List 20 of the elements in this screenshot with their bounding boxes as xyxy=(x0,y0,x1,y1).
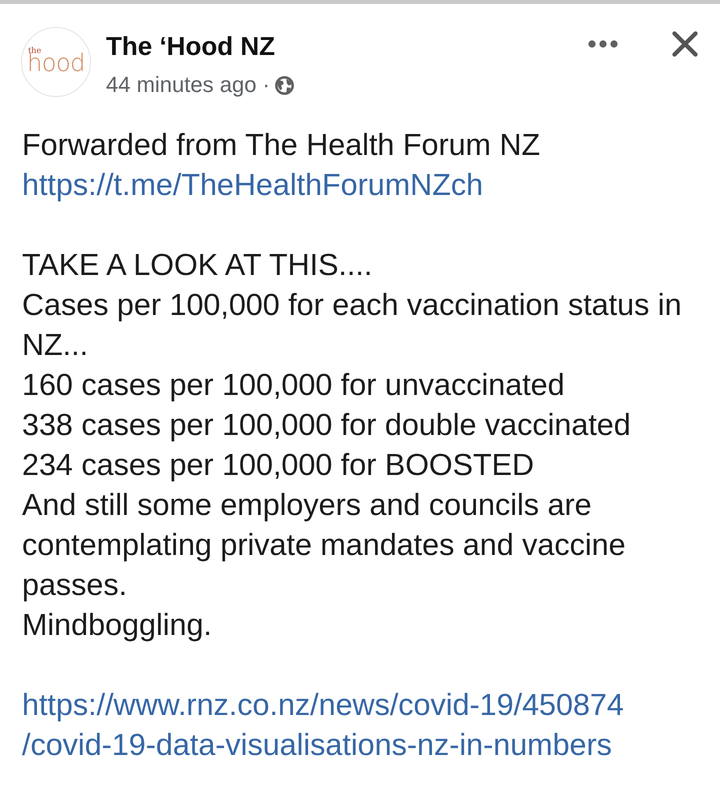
close-icon xyxy=(672,31,698,57)
close-button[interactable] xyxy=(672,31,698,57)
post-text: TAKE A LOOK AT THIS.... xyxy=(22,247,372,284)
link[interactable]: https://www.rnz.co.nz/news/covid-19/450874 /covid-19-data-visualisations-nz-in-numbers xyxy=(22,685,624,765)
post-text: And still some employers and councils are contemplating private mandates and vaccine passes. xyxy=(22,487,627,604)
logo-avatar[interactable]: thehood xyxy=(21,27,91,97)
link[interactable]: https://t.me/TheHealthForumNZch xyxy=(22,165,484,205)
post-text: 234 cases per 100,000 for BOOSTED xyxy=(22,447,534,484)
more-dots-icon xyxy=(588,40,618,48)
page-name[interactable]: The ‘Hood NZ xyxy=(106,30,294,62)
post-text: Mindboggling. xyxy=(22,607,212,644)
separator: · xyxy=(262,71,270,99)
post-text: Cases per 100,000 for each vaccination status in NZ... xyxy=(22,287,683,364)
post-time[interactable]: 44 minutes ago xyxy=(106,71,256,99)
logo-text: hood xyxy=(27,52,85,74)
post-text: 160 cases per 100,000 for unvaccinated xyxy=(22,367,565,404)
post-text: Forwarded from The Health Forum NZ xyxy=(22,127,540,164)
post-text: 338 cases per 100,000 for double vaccinated xyxy=(22,407,631,444)
logo-text: the xyxy=(28,46,42,54)
globe-icon xyxy=(274,76,294,94)
